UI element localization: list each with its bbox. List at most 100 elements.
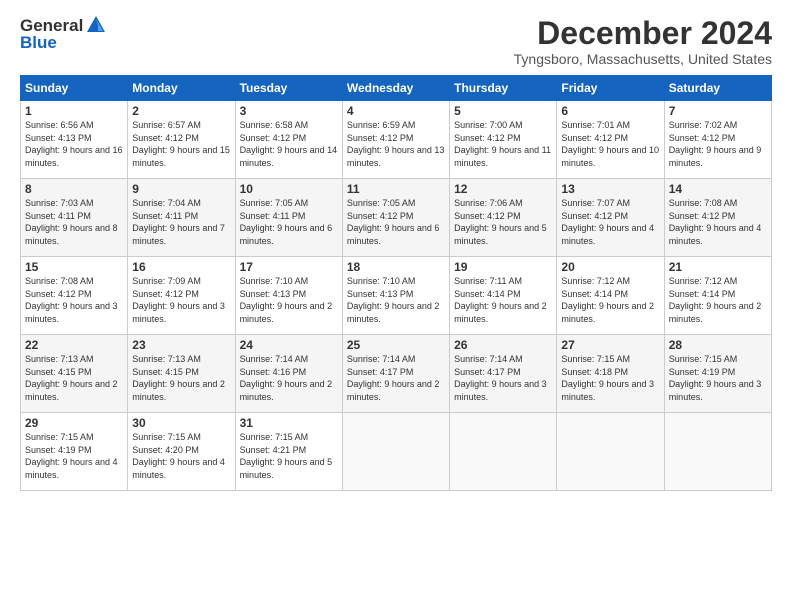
- day-info: Sunrise: 7:08 AMSunset: 4:12 PMDaylight:…: [25, 275, 123, 325]
- calendar-cell: 24Sunrise: 7:14 AMSunset: 4:16 PMDayligh…: [235, 335, 342, 413]
- calendar-cell: 28Sunrise: 7:15 AMSunset: 4:19 PMDayligh…: [664, 335, 771, 413]
- calendar-cell: 15Sunrise: 7:08 AMSunset: 4:12 PMDayligh…: [21, 257, 128, 335]
- day-number: 13: [561, 182, 659, 196]
- calendar-cell: 25Sunrise: 7:14 AMSunset: 4:17 PMDayligh…: [342, 335, 449, 413]
- calendar-cell: 13Sunrise: 7:07 AMSunset: 4:12 PMDayligh…: [557, 179, 664, 257]
- calendar-cell: 30Sunrise: 7:15 AMSunset: 4:20 PMDayligh…: [128, 413, 235, 491]
- day-number: 6: [561, 104, 659, 118]
- calendar-cell: 12Sunrise: 7:06 AMSunset: 4:12 PMDayligh…: [450, 179, 557, 257]
- calendar-cell: [664, 413, 771, 491]
- day-number: 22: [25, 338, 123, 352]
- day-number: 1: [25, 104, 123, 118]
- day-info: Sunrise: 7:15 AMSunset: 4:18 PMDaylight:…: [561, 353, 659, 403]
- day-number: 2: [132, 104, 230, 118]
- calendar-cell: 29Sunrise: 7:15 AMSunset: 4:19 PMDayligh…: [21, 413, 128, 491]
- calendar-cell: 14Sunrise: 7:08 AMSunset: 4:12 PMDayligh…: [664, 179, 771, 257]
- calendar-week-row: 8Sunrise: 7:03 AMSunset: 4:11 PMDaylight…: [21, 179, 772, 257]
- calendar-cell: 18Sunrise: 7:10 AMSunset: 4:13 PMDayligh…: [342, 257, 449, 335]
- logo-icon: [85, 14, 107, 36]
- col-monday: Monday: [128, 76, 235, 101]
- day-number: 23: [132, 338, 230, 352]
- day-number: 7: [669, 104, 767, 118]
- day-number: 19: [454, 260, 552, 274]
- day-number: 8: [25, 182, 123, 196]
- day-info: Sunrise: 7:05 AMSunset: 4:11 PMDaylight:…: [240, 197, 338, 247]
- day-number: 5: [454, 104, 552, 118]
- day-number: 20: [561, 260, 659, 274]
- calendar-cell: 21Sunrise: 7:12 AMSunset: 4:14 PMDayligh…: [664, 257, 771, 335]
- day-info: Sunrise: 7:14 AMSunset: 4:17 PMDaylight:…: [347, 353, 445, 403]
- header: General Blue December 2024 Tyngsboro, Ma…: [20, 16, 772, 67]
- day-number: 16: [132, 260, 230, 274]
- day-info: Sunrise: 6:58 AMSunset: 4:12 PMDaylight:…: [240, 119, 338, 169]
- day-number: 4: [347, 104, 445, 118]
- col-friday: Friday: [557, 76, 664, 101]
- calendar-cell: 26Sunrise: 7:14 AMSunset: 4:17 PMDayligh…: [450, 335, 557, 413]
- day-number: 15: [25, 260, 123, 274]
- day-info: Sunrise: 7:00 AMSunset: 4:12 PMDaylight:…: [454, 119, 552, 169]
- day-number: 10: [240, 182, 338, 196]
- calendar-table: Sunday Monday Tuesday Wednesday Thursday…: [20, 75, 772, 491]
- col-tuesday: Tuesday: [235, 76, 342, 101]
- calendar-cell: 4Sunrise: 6:59 AMSunset: 4:12 PMDaylight…: [342, 101, 449, 179]
- day-info: Sunrise: 7:14 AMSunset: 4:16 PMDaylight:…: [240, 353, 338, 403]
- calendar-title: December 2024: [514, 16, 772, 51]
- calendar-week-row: 15Sunrise: 7:08 AMSunset: 4:12 PMDayligh…: [21, 257, 772, 335]
- calendar-cell: 3Sunrise: 6:58 AMSunset: 4:12 PMDaylight…: [235, 101, 342, 179]
- day-info: Sunrise: 7:14 AMSunset: 4:17 PMDaylight:…: [454, 353, 552, 403]
- day-number: 29: [25, 416, 123, 430]
- day-info: Sunrise: 7:07 AMSunset: 4:12 PMDaylight:…: [561, 197, 659, 247]
- calendar-week-row: 22Sunrise: 7:13 AMSunset: 4:15 PMDayligh…: [21, 335, 772, 413]
- col-saturday: Saturday: [664, 76, 771, 101]
- day-info: Sunrise: 7:03 AMSunset: 4:11 PMDaylight:…: [25, 197, 123, 247]
- day-number: 30: [132, 416, 230, 430]
- day-number: 14: [669, 182, 767, 196]
- calendar-week-row: 1Sunrise: 6:56 AMSunset: 4:13 PMDaylight…: [21, 101, 772, 179]
- calendar-cell: 8Sunrise: 7:03 AMSunset: 4:11 PMDaylight…: [21, 179, 128, 257]
- calendar-cell: 10Sunrise: 7:05 AMSunset: 4:11 PMDayligh…: [235, 179, 342, 257]
- day-info: Sunrise: 7:09 AMSunset: 4:12 PMDaylight:…: [132, 275, 230, 325]
- day-number: 24: [240, 338, 338, 352]
- day-number: 27: [561, 338, 659, 352]
- calendar-cell: 16Sunrise: 7:09 AMSunset: 4:12 PMDayligh…: [128, 257, 235, 335]
- day-info: Sunrise: 6:57 AMSunset: 4:12 PMDaylight:…: [132, 119, 230, 169]
- day-number: 3: [240, 104, 338, 118]
- day-info: Sunrise: 7:10 AMSunset: 4:13 PMDaylight:…: [240, 275, 338, 325]
- day-number: 17: [240, 260, 338, 274]
- col-wednesday: Wednesday: [342, 76, 449, 101]
- calendar-cell: 23Sunrise: 7:13 AMSunset: 4:15 PMDayligh…: [128, 335, 235, 413]
- day-number: 31: [240, 416, 338, 430]
- day-number: 12: [454, 182, 552, 196]
- day-info: Sunrise: 7:15 AMSunset: 4:19 PMDaylight:…: [669, 353, 767, 403]
- calendar-page: General Blue December 2024 Tyngsboro, Ma…: [0, 0, 792, 612]
- day-info: Sunrise: 7:15 AMSunset: 4:20 PMDaylight:…: [132, 431, 230, 481]
- calendar-cell: 20Sunrise: 7:12 AMSunset: 4:14 PMDayligh…: [557, 257, 664, 335]
- calendar-cell: 11Sunrise: 7:05 AMSunset: 4:12 PMDayligh…: [342, 179, 449, 257]
- day-number: 9: [132, 182, 230, 196]
- day-info: Sunrise: 7:10 AMSunset: 4:13 PMDaylight:…: [347, 275, 445, 325]
- day-number: 21: [669, 260, 767, 274]
- day-info: Sunrise: 7:11 AMSunset: 4:14 PMDaylight:…: [454, 275, 552, 325]
- day-info: Sunrise: 6:56 AMSunset: 4:13 PMDaylight:…: [25, 119, 123, 169]
- day-info: Sunrise: 7:13 AMSunset: 4:15 PMDaylight:…: [132, 353, 230, 403]
- calendar-cell: 5Sunrise: 7:00 AMSunset: 4:12 PMDaylight…: [450, 101, 557, 179]
- title-block: December 2024 Tyngsboro, Massachusetts, …: [514, 16, 772, 67]
- day-info: Sunrise: 7:12 AMSunset: 4:14 PMDaylight:…: [669, 275, 767, 325]
- day-number: 18: [347, 260, 445, 274]
- day-info: Sunrise: 7:01 AMSunset: 4:12 PMDaylight:…: [561, 119, 659, 169]
- day-info: Sunrise: 7:02 AMSunset: 4:12 PMDaylight:…: [669, 119, 767, 169]
- day-number: 26: [454, 338, 552, 352]
- day-info: Sunrise: 7:13 AMSunset: 4:15 PMDaylight:…: [25, 353, 123, 403]
- day-info: Sunrise: 7:04 AMSunset: 4:11 PMDaylight:…: [132, 197, 230, 247]
- calendar-cell: 27Sunrise: 7:15 AMSunset: 4:18 PMDayligh…: [557, 335, 664, 413]
- calendar-cell: [557, 413, 664, 491]
- calendar-cell: 17Sunrise: 7:10 AMSunset: 4:13 PMDayligh…: [235, 257, 342, 335]
- calendar-cell: [342, 413, 449, 491]
- day-info: Sunrise: 7:08 AMSunset: 4:12 PMDaylight:…: [669, 197, 767, 247]
- day-info: Sunrise: 7:05 AMSunset: 4:12 PMDaylight:…: [347, 197, 445, 247]
- calendar-week-row: 29Sunrise: 7:15 AMSunset: 4:19 PMDayligh…: [21, 413, 772, 491]
- day-number: 28: [669, 338, 767, 352]
- day-info: Sunrise: 7:06 AMSunset: 4:12 PMDaylight:…: [454, 197, 552, 247]
- calendar-cell: [450, 413, 557, 491]
- logo: General Blue: [20, 16, 107, 53]
